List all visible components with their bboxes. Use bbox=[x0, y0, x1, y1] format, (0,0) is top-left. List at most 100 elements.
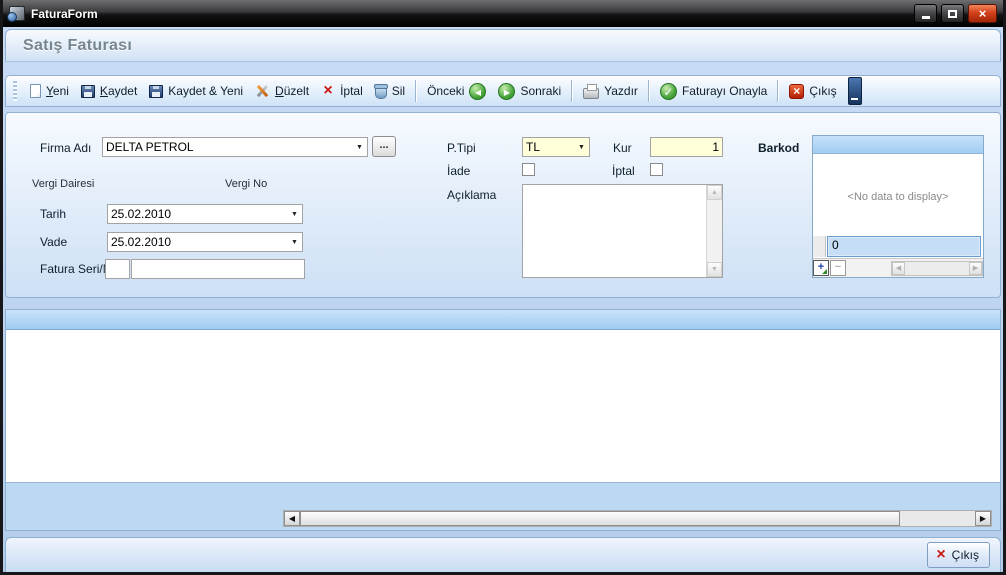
barkod-navigator: + − ◀ ▶ bbox=[813, 258, 983, 277]
chevron-down-icon[interactable]: ▼ bbox=[287, 211, 302, 218]
grid-hscrollbar[interactable]: ◀ ▶ bbox=[283, 510, 992, 527]
toolbar-kaydet-label: Kaydet bbox=[100, 84, 137, 98]
toolbar-cikis-button[interactable]: Çıkış bbox=[783, 78, 842, 104]
barkod-add-button[interactable]: + bbox=[813, 260, 829, 276]
iade-label: İade bbox=[447, 164, 470, 178]
iptal-label: İptal bbox=[612, 164, 635, 178]
toolbar-iptal-button[interactable]: İptal bbox=[315, 78, 369, 104]
barkod-value-input[interactable]: 0 bbox=[827, 236, 981, 257]
tarih-label: Tarih bbox=[40, 207, 66, 221]
toolbar-iptal-label: İptal bbox=[340, 84, 363, 98]
tarih-datepicker[interactable]: 25.02.2010 ▼ bbox=[107, 204, 303, 224]
toolbar: Yeni Kaydet Kaydet & Yeni Düzelt İptal Sil Önc… bbox=[5, 75, 1001, 107]
toolbar-duzelt-label: Düzelt bbox=[275, 84, 309, 98]
toolbar-yeni-label: Yeni bbox=[46, 84, 69, 98]
toolbar-onceki-button[interactable]: Önceki bbox=[421, 78, 492, 104]
grid-header-row bbox=[6, 310, 1000, 330]
scroll-up-icon[interactable]: ▲ bbox=[707, 185, 722, 200]
fatura-seri-input[interactable] bbox=[105, 259, 130, 279]
scroll-right-icon[interactable]: ▶ bbox=[969, 262, 982, 275]
scrollbar-thumb[interactable] bbox=[300, 511, 900, 526]
maximize-icon bbox=[948, 10, 957, 18]
window-controls: × bbox=[914, 4, 997, 23]
toolbar-cikis-label: Çıkış bbox=[809, 84, 836, 98]
toolbar-yeni-button[interactable]: Yeni bbox=[24, 78, 75, 104]
toolbar-overflow-button[interactable] bbox=[848, 77, 862, 105]
firma-adi-label: Firma Adı bbox=[40, 141, 91, 155]
cancel-x-icon bbox=[321, 84, 335, 99]
grid-navigator-bar: ◀ ▶ bbox=[6, 507, 1000, 530]
vade-label: Vade bbox=[40, 235, 67, 249]
toolbar-kaydet-button[interactable]: Kaydet bbox=[75, 78, 143, 104]
aciklama-label: Açıklama bbox=[447, 188, 496, 202]
printer-icon bbox=[583, 88, 599, 99]
barkod-grid-header bbox=[813, 136, 983, 154]
exit-x-icon bbox=[789, 84, 804, 99]
vergi-dairesi-label: Vergi Dairesi bbox=[32, 178, 94, 190]
toolbar-separator bbox=[571, 80, 573, 102]
iptal-checkbox[interactable] bbox=[650, 163, 663, 176]
app-icon bbox=[9, 6, 25, 21]
aciklama-textarea[interactable]: ▲ ▼ bbox=[522, 184, 723, 278]
chevron-down-icon[interactable]: ▼ bbox=[352, 144, 367, 151]
kur-label: Kur bbox=[613, 141, 632, 155]
toolbar-onceki-label: Önceki bbox=[427, 84, 464, 98]
barkod-hscrollbar[interactable]: ◀ ▶ bbox=[891, 261, 983, 276]
save-new-icon bbox=[149, 85, 163, 98]
minimize-icon bbox=[922, 16, 930, 19]
exit-x-icon: × bbox=[936, 549, 945, 561]
close-icon: × bbox=[979, 7, 987, 20]
form-caption-panel: Satış Faturası bbox=[5, 29, 1001, 62]
trash-icon bbox=[375, 86, 387, 99]
titlebar: FaturaForm × bbox=[3, 0, 1003, 27]
vergi-no-label: Vergi No bbox=[225, 178, 267, 190]
p-tipi-combobox[interactable]: TL ▼ bbox=[522, 137, 590, 157]
invoice-lines-grid: ◀ ▶ bbox=[5, 309, 1001, 531]
tools-icon bbox=[255, 84, 270, 99]
scroll-right-icon[interactable]: ▶ bbox=[975, 511, 991, 526]
toolbar-kaydet-yeni-button[interactable]: Kaydet & Yeni bbox=[143, 78, 249, 104]
firma-adi-combobox[interactable]: DELTA PETROL ▼ bbox=[102, 137, 368, 157]
new-document-icon bbox=[30, 84, 41, 98]
bottom-panel: × Çıkış bbox=[5, 537, 1001, 572]
fatura-form-window: FaturaForm × Satış Faturası Yeni Kaydet Ka… bbox=[0, 0, 1006, 575]
scroll-left-icon[interactable]: ◀ bbox=[284, 511, 300, 526]
chevron-down-icon[interactable]: ▼ bbox=[287, 239, 302, 246]
barkod-empty-text: <No data to display> bbox=[813, 191, 983, 203]
scroll-left-icon[interactable]: ◀ bbox=[892, 262, 905, 275]
toolbar-faturayi-onayla-button[interactable]: Faturayı Onayla bbox=[654, 78, 773, 104]
toolbar-separator bbox=[777, 80, 779, 102]
barkod-grid: <No data to display> 0 + − ◀ ▶ bbox=[812, 135, 984, 278]
scroll-down-icon[interactable]: ▼ bbox=[707, 262, 722, 277]
prev-circle-icon bbox=[469, 83, 486, 100]
toolbar-sil-button[interactable]: Sil bbox=[369, 78, 411, 104]
toolbar-sonraki-label: Sonraki bbox=[520, 84, 561, 98]
page-title: Satış Faturası bbox=[6, 30, 1000, 55]
fatura-no-input[interactable] bbox=[131, 259, 305, 279]
close-button[interactable]: × bbox=[968, 4, 997, 23]
kur-input[interactable]: 1 bbox=[650, 137, 723, 157]
firma-adi-browse-button[interactable]: ... bbox=[372, 136, 396, 157]
barkod-row-indicator bbox=[813, 236, 826, 257]
toolbar-separator bbox=[415, 80, 417, 102]
invoice-form-panel: Firma Adı DELTA PETROL ▼ ... Vergi Daire… bbox=[5, 112, 1001, 298]
barkod-remove-button: − bbox=[830, 260, 846, 276]
toolbar-yazdir-button[interactable]: Yazdır bbox=[577, 78, 644, 104]
toolbar-duzelt-button[interactable]: Düzelt bbox=[249, 78, 315, 104]
toolbar-grip[interactable] bbox=[13, 81, 17, 101]
exit-button[interactable]: × Çıkış bbox=[927, 542, 990, 568]
toolbar-faturayi-onayla-label: Faturayı Onayla bbox=[682, 84, 767, 98]
chevron-down-icon[interactable]: ▼ bbox=[574, 144, 589, 151]
maximize-button[interactable] bbox=[941, 4, 964, 23]
minimize-button[interactable] bbox=[914, 4, 937, 23]
toolbar-kaydet-yeni-label: Kaydet & Yeni bbox=[168, 84, 243, 98]
aciklama-scrollbar[interactable]: ▲ ▼ bbox=[706, 185, 722, 277]
grid-totals-row bbox=[6, 482, 1000, 507]
p-tipi-label: P.Tipi bbox=[447, 141, 476, 155]
approve-check-icon bbox=[660, 83, 677, 100]
toolbar-yazdir-label: Yazdır bbox=[604, 84, 638, 98]
barkod-label: Barkod bbox=[758, 141, 799, 155]
vade-datepicker[interactable]: 25.02.2010 ▼ bbox=[107, 232, 303, 252]
iade-checkbox[interactable] bbox=[522, 163, 535, 176]
toolbar-sonraki-button[interactable]: Sonraki bbox=[492, 78, 567, 104]
